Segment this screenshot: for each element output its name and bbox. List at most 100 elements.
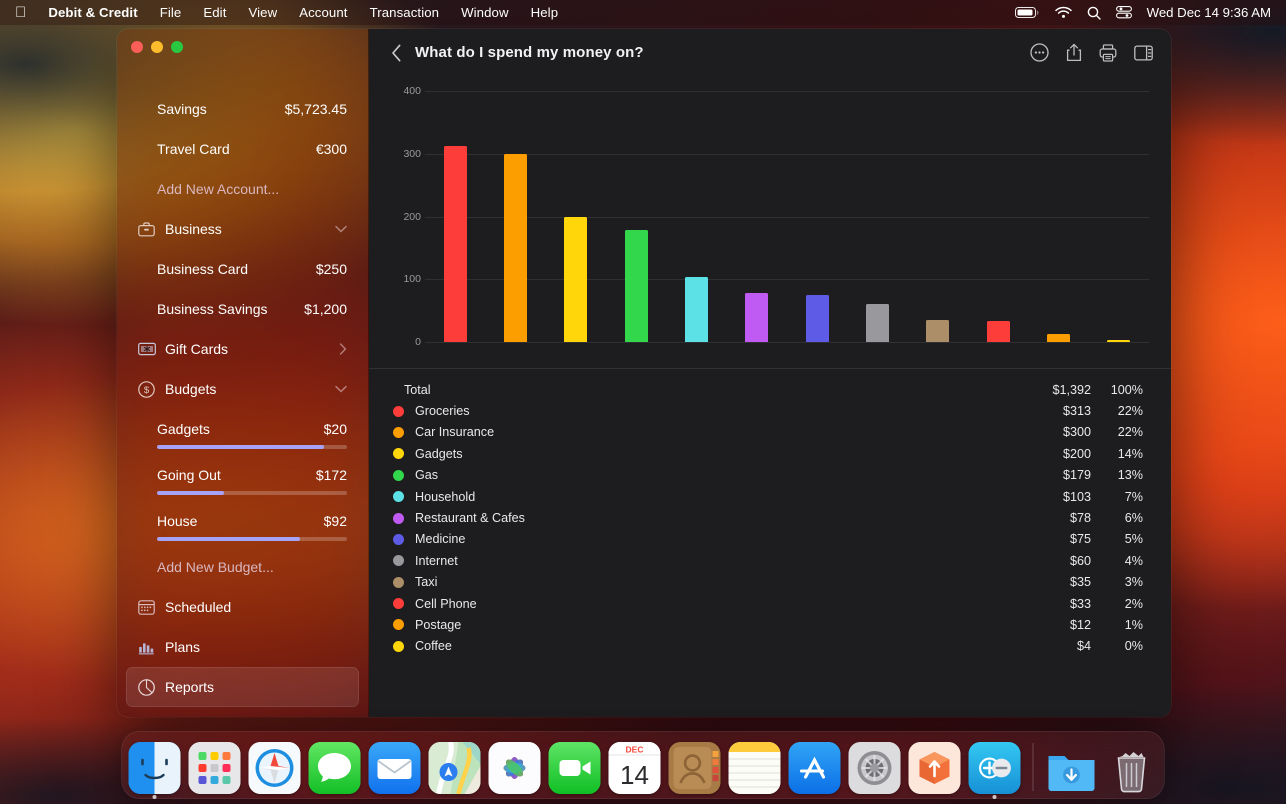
table-row[interactable]: Restaurant & Cafes$786% — [391, 507, 1143, 528]
sidebar-budget-house[interactable]: House $92 — [117, 501, 368, 541]
dock-item-facetime[interactable] — [549, 742, 601, 794]
chart-bar-slot[interactable] — [546, 91, 606, 342]
dock-item-downloads-folder[interactable] — [1046, 742, 1098, 794]
chart-bar[interactable] — [806, 295, 829, 342]
chart-bar-slot[interactable] — [485, 91, 545, 342]
sidebar-item-business-savings[interactable]: Business Savings $1,200 — [117, 289, 368, 329]
dock-item-photos[interactable] — [489, 742, 541, 794]
dock-item-finder[interactable] — [129, 742, 181, 794]
dock-item-notes[interactable] — [729, 742, 781, 794]
menubar-clock[interactable]: Wed Dec 14 9:36 AM — [1147, 5, 1271, 20]
sidebar-add-new-budget[interactable]: Add New Budget... — [117, 547, 368, 587]
chart-bar[interactable] — [625, 230, 648, 342]
category-color-dot — [393, 577, 404, 588]
chart-bar-slot[interactable] — [666, 91, 726, 342]
sidebar-item-savings[interactable]: Savings $5,723.45 — [117, 89, 368, 129]
dock-item-launchpad[interactable] — [189, 742, 241, 794]
more-circle-icon[interactable] — [1030, 43, 1049, 62]
chart-bar[interactable] — [685, 277, 708, 342]
wifi-icon[interactable] — [1055, 6, 1072, 19]
menubar-app-name[interactable]: Debit & Credit — [37, 3, 148, 22]
table-row[interactable]: Household$1037% — [391, 486, 1143, 507]
chart-bar[interactable] — [444, 146, 467, 342]
control-center-icon[interactable] — [1116, 6, 1132, 19]
sidebar-item-travel-card[interactable]: Travel Card €300 — [117, 129, 368, 169]
sidebar-item-business-card[interactable]: Business Card $250 — [117, 249, 368, 289]
chart-bar-slot[interactable] — [425, 91, 485, 342]
menu-file[interactable]: File — [149, 3, 193, 22]
sidebar-add-new-account[interactable]: Add New Account... — [117, 169, 368, 209]
sidebar-group-business[interactable]: Business — [117, 209, 368, 249]
chart-bar[interactable] — [987, 321, 1010, 342]
table-row[interactable]: Medicine$755% — [391, 529, 1143, 550]
table-row[interactable]: Car Insurance$30022% — [391, 422, 1143, 443]
back-button[interactable] — [383, 40, 409, 66]
dock-item-app-store[interactable] — [789, 742, 841, 794]
chart-bar[interactable] — [564, 217, 587, 343]
sidebar-item-label: Travel Card — [157, 141, 307, 157]
dock-item-safari[interactable] — [249, 742, 301, 794]
table-row[interactable]: Postage$121% — [391, 614, 1143, 635]
menu-edit[interactable]: Edit — [192, 3, 237, 22]
table-row[interactable]: Taxi$353% — [391, 572, 1143, 593]
menu-view[interactable]: View — [237, 3, 288, 22]
sidebar-item-scheduled[interactable]: Scheduled — [117, 587, 368, 627]
sidebar-budget-going-out[interactable]: Going Out $172 — [117, 455, 368, 495]
share-icon[interactable] — [1066, 43, 1082, 62]
table-row[interactable]: Groceries$31322% — [391, 400, 1143, 421]
menu-window[interactable]: Window — [450, 3, 520, 22]
chevron-down-icon[interactable] — [335, 385, 347, 393]
table-row[interactable]: Cell Phone$332% — [391, 593, 1143, 614]
chart-bar-slot[interactable] — [1089, 91, 1149, 342]
chart-bar-slot[interactable] — [968, 91, 1028, 342]
dock-item-contacts[interactable] — [669, 742, 721, 794]
chevron-down-icon[interactable] — [335, 225, 347, 233]
menu-account[interactable]: Account — [288, 3, 358, 22]
table-row[interactable]: Internet$604% — [391, 550, 1143, 571]
menu-help[interactable]: Help — [520, 3, 570, 22]
chart-bar-slot[interactable] — [908, 91, 968, 342]
table-row-total: Total $1,392 100% — [391, 379, 1143, 400]
apple-logo-icon[interactable]:  — [11, 5, 37, 20]
dock-item-debit-and-credit[interactable] — [969, 742, 1021, 794]
sidebar-budget-gadgets[interactable]: Gadgets $20 — [117, 409, 368, 449]
sidebar-item-label: Business Card — [157, 261, 307, 277]
dock-item-system-settings[interactable] — [849, 742, 901, 794]
dock-item-shipment-tracker[interactable] — [909, 742, 961, 794]
table-row[interactable]: Gadgets$20014% — [391, 443, 1143, 464]
sidebar-toggle-icon[interactable] — [1134, 45, 1153, 61]
menu-transaction[interactable]: Transaction — [359, 3, 451, 22]
table-row[interactable]: Coffee$40% — [391, 636, 1143, 657]
print-icon[interactable] — [1099, 44, 1117, 62]
sidebar-group-gift-cards[interactable]: Gift Cards — [117, 329, 368, 369]
chart-bar-slot[interactable] — [727, 91, 787, 342]
chart-bar[interactable] — [866, 304, 889, 342]
dock-item-trash[interactable] — [1106, 742, 1158, 794]
sidebar-item-plans[interactable]: Plans — [117, 627, 368, 667]
chart-bar[interactable] — [745, 293, 768, 342]
search-icon[interactable] — [1087, 6, 1101, 20]
category-percent: 14% — [1091, 447, 1143, 461]
chart-bar-slot[interactable] — [787, 91, 847, 342]
chart-bar[interactable] — [1107, 340, 1130, 343]
dock-item-messages[interactable] — [309, 742, 361, 794]
chart-bar[interactable] — [504, 154, 527, 342]
close-button[interactable] — [131, 41, 143, 53]
chevron-right-icon[interactable] — [339, 343, 347, 355]
chart-bar-slot[interactable] — [1028, 91, 1088, 342]
svg-text:$: $ — [144, 385, 150, 396]
chart-bar[interactable] — [926, 320, 949, 342]
chart-bar[interactable] — [1047, 334, 1070, 342]
dock-item-mail[interactable] — [369, 742, 421, 794]
sidebar-list[interactable]: Savings $5,723.45 Travel Card €300 Add N… — [117, 65, 368, 717]
dock-item-maps[interactable] — [429, 742, 481, 794]
sidebar-group-budgets[interactable]: $ Budgets — [117, 369, 368, 409]
minimize-button[interactable] — [151, 41, 163, 53]
dock-item-calendar[interactable]: DEC 14 — [609, 742, 661, 794]
maximize-button[interactable] — [171, 41, 183, 53]
sidebar-item-reports[interactable]: Reports — [126, 667, 359, 707]
table-row[interactable]: Gas$17913% — [391, 465, 1143, 486]
chart-bar-slot[interactable] — [606, 91, 666, 342]
battery-icon[interactable] — [1015, 6, 1040, 19]
chart-bar-slot[interactable] — [847, 91, 907, 342]
